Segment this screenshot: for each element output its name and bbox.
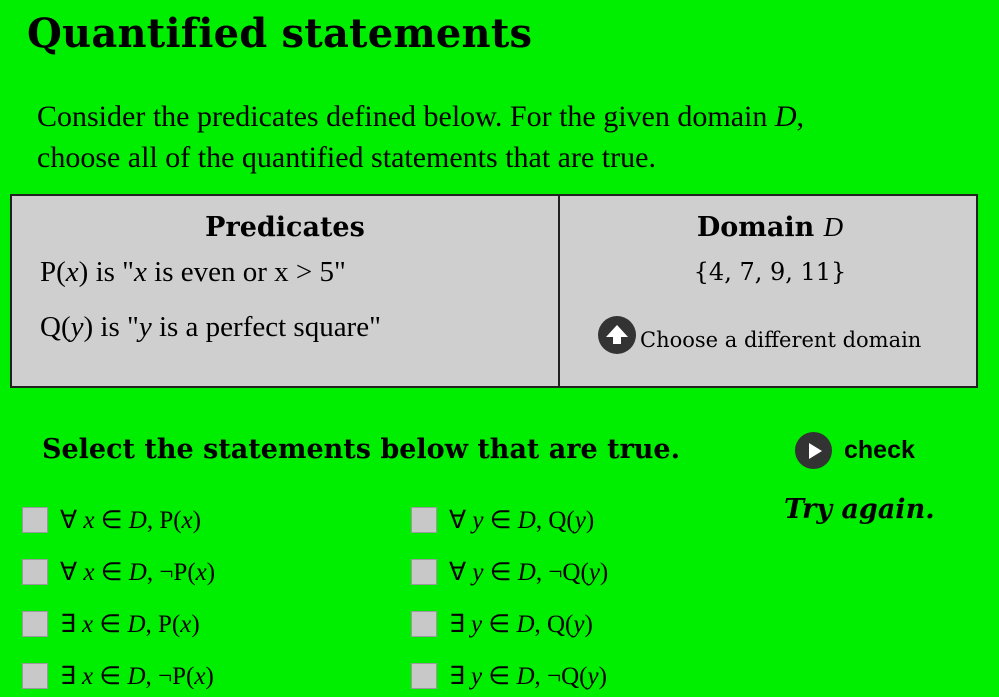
checkbox[interactable] (411, 559, 437, 585)
instruction-text: Select the statements below that are tru… (42, 434, 681, 465)
intro-text-part: Consider the predicates defined below. F… (37, 100, 775, 133)
option-label: ∀ x ∈ D, P(x) (60, 507, 201, 534)
domain-heading-text: Domain (696, 212, 815, 243)
checkbox[interactable] (22, 507, 48, 533)
checkbox[interactable] (22, 663, 48, 689)
checkbox[interactable] (22, 559, 48, 585)
option-forall-x-not-p[interactable]: ∀ x ∈ D, ¬P(x) (22, 557, 215, 587)
option-label: ∃ x ∈ D, ¬P(x) (60, 663, 214, 690)
option-exists-x-p[interactable]: ∃ x ∈ D, P(x) (22, 609, 200, 639)
option-forall-x-p[interactable]: ∀ x ∈ D, P(x) (22, 505, 201, 535)
predicates-heading: Predicates (205, 212, 365, 243)
domain-heading: Domain D (560, 212, 980, 243)
option-exists-y-not-q[interactable]: ∃ y ∈ D, ¬Q(y) (411, 661, 607, 691)
option-label: ∀ x ∈ D, ¬P(x) (60, 559, 216, 586)
domain-set: {4, 7, 9, 11} (693, 258, 847, 286)
checkbox[interactable] (22, 611, 48, 637)
domain-heading-var: D (823, 212, 844, 242)
predicate-q: Q(y) is "y is a perfect square" (40, 311, 381, 344)
option-label: ∃ x ∈ D, P(x) (60, 611, 200, 638)
definitions-panel: Predicates P(x) is "x is even or x > 5" … (10, 194, 978, 388)
predicate-p-text: P( (40, 256, 66, 288)
option-forall-y-not-q[interactable]: ∀ y ∈ D, ¬Q(y) (411, 557, 608, 587)
predicate-p-text: ) is " (78, 256, 135, 288)
option-label: ∀ y ∈ D, ¬Q(y) (449, 559, 609, 586)
predicate-q-text: ) is " (83, 311, 139, 343)
option-exists-y-q[interactable]: ∃ y ∈ D, Q(y) (411, 609, 593, 639)
checkbox[interactable] (411, 507, 437, 533)
option-label: ∃ y ∈ D, ¬Q(y) (449, 663, 607, 690)
option-exists-x-not-p[interactable]: ∃ x ∈ D, ¬P(x) (22, 661, 214, 691)
checkbox[interactable] (411, 663, 437, 689)
predicate-p-var: x (65, 256, 79, 288)
option-label: ∃ y ∈ D, Q(y) (449, 611, 593, 638)
predicate-q-var: y (70, 311, 84, 343)
play-circle-icon (795, 432, 832, 469)
page-title: Quantified statements (27, 10, 533, 57)
option-forall-y-q[interactable]: ∀ y ∈ D, Q(y) (411, 505, 594, 535)
predicate-p-text: is even or x > 5" (146, 256, 346, 288)
feedback-message: Try again. (784, 494, 935, 525)
check-button[interactable]: check (795, 432, 915, 469)
check-label: check (844, 436, 915, 464)
predicate-p-var: x (134, 256, 147, 288)
predicate-q-text: Q( (40, 311, 71, 343)
change-domain-label: Choose a different domain (640, 328, 922, 352)
checkbox[interactable] (411, 611, 437, 637)
intro-text: Consider the predicates defined below. F… (37, 96, 967, 178)
change-domain-button[interactable]: Choose a different domain (598, 316, 921, 354)
intro-text-line2: choose all of the quantified statements … (37, 141, 656, 174)
option-label: ∀ y ∈ D, Q(y) (449, 507, 595, 534)
arrow-up-circle-icon (598, 316, 636, 354)
predicate-q-var: y (138, 311, 152, 343)
intro-text-part: , (796, 100, 805, 133)
predicate-q-text: is a perfect square" (151, 311, 381, 343)
intro-domain-var: D (774, 100, 797, 133)
predicate-p: P(x) is "x is even or x > 5" (40, 256, 346, 289)
